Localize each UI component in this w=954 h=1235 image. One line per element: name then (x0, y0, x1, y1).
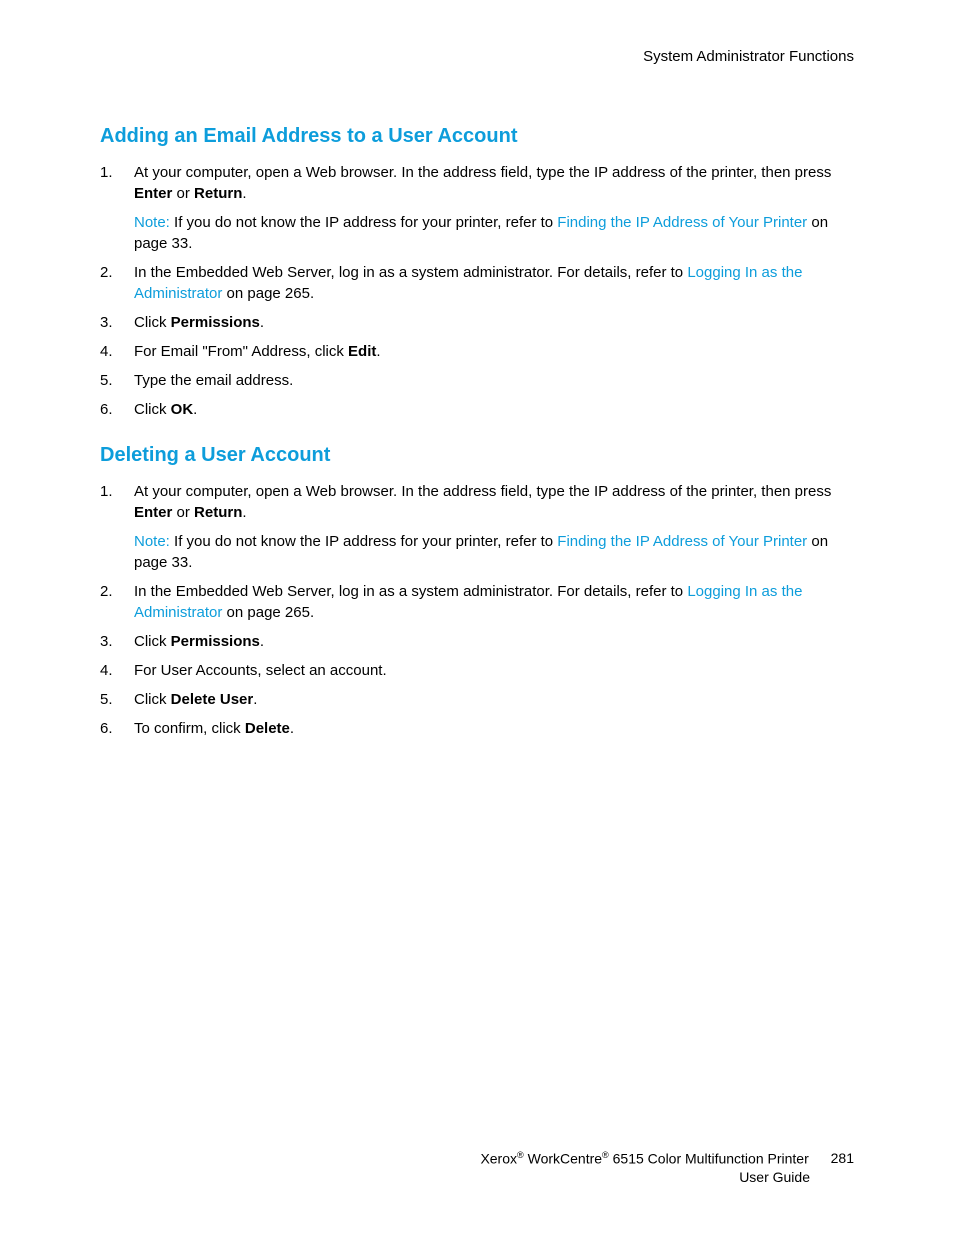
step-text: on page 265. (222, 285, 314, 302)
list-item: Click Permissions. (100, 631, 854, 652)
page-number: 281 (831, 1149, 854, 1168)
registered-icon: ® (602, 1150, 609, 1160)
note-label: Note: (134, 533, 170, 550)
step-text: . (376, 343, 380, 360)
bold-text: Permissions (171, 314, 260, 331)
link-finding-ip[interactable]: Finding the IP Address of Your Printer (557, 214, 807, 231)
list-item: For Email "From" Address, click Edit. (100, 341, 854, 362)
step-text: Type the email address. (134, 372, 293, 389)
step-text: In the Embedded Web Server, log in as a … (134, 264, 687, 281)
chapter-header: System Administrator Functions (100, 48, 854, 65)
step-text: . (290, 720, 294, 737)
step-text: . (242, 185, 246, 202)
note-text: If you do not know the IP address for yo… (170, 214, 557, 231)
step-text: At your computer, open a Web browser. In… (134, 483, 831, 500)
step-text: . (242, 504, 246, 521)
bold-text: Edit (348, 343, 376, 360)
footer-text: Xerox (480, 1150, 517, 1166)
step-text: . (260, 633, 264, 650)
list-item: For User Accounts, select an account. (100, 660, 854, 681)
step-text: Click (134, 691, 171, 708)
bold-text: Enter (134, 504, 172, 521)
note-block: Note: If you do not know the IP address … (134, 531, 854, 573)
steps-list-add-email: At your computer, open a Web browser. In… (100, 162, 854, 420)
list-item: Click OK. (100, 399, 854, 420)
page-footer: Xerox® WorkCentre® 6515 Color Multifunct… (480, 1149, 854, 1187)
note-label: Note: (134, 214, 170, 231)
footer-product-line: Xerox® WorkCentre® 6515 Color Multifunct… (480, 1149, 808, 1169)
list-item: Type the email address. (100, 370, 854, 391)
bold-text: OK (171, 401, 194, 418)
step-text: . (260, 314, 264, 331)
list-item: Click Permissions. (100, 312, 854, 333)
step-text: At your computer, open a Web browser. In… (134, 164, 831, 181)
step-text: Click (134, 633, 171, 650)
list-item: In the Embedded Web Server, log in as a … (100, 581, 854, 623)
bold-text: Delete User (171, 691, 254, 708)
bold-text: Permissions (171, 633, 260, 650)
list-item: To confirm, click Delete. (100, 718, 854, 739)
step-text: . (253, 691, 257, 708)
step-text: on page 265. (222, 604, 314, 621)
footer-subtitle: User Guide (480, 1168, 854, 1187)
registered-icon: ® (517, 1150, 524, 1160)
step-text: For Email "From" Address, click (134, 343, 348, 360)
step-text: To confirm, click (134, 720, 245, 737)
step-text: Click (134, 401, 171, 418)
step-text: For User Accounts, select an account. (134, 662, 387, 679)
section-heading-add-email: Adding an Email Address to a User Accoun… (100, 125, 854, 148)
note-text: If you do not know the IP address for yo… (170, 533, 557, 550)
steps-list-delete-user: At your computer, open a Web browser. In… (100, 481, 854, 739)
list-item: At your computer, open a Web browser. In… (100, 162, 854, 254)
link-finding-ip[interactable]: Finding the IP Address of Your Printer (557, 533, 807, 550)
step-text: or (172, 185, 194, 202)
step-text: Click (134, 314, 171, 331)
footer-text: WorkCentre (524, 1150, 602, 1166)
bold-text: Enter (134, 185, 172, 202)
bold-text: Return (194, 185, 242, 202)
step-text: In the Embedded Web Server, log in as a … (134, 583, 687, 600)
step-text: or (172, 504, 194, 521)
bold-text: Delete (245, 720, 290, 737)
list-item: At your computer, open a Web browser. In… (100, 481, 854, 573)
step-text: . (193, 401, 197, 418)
note-block: Note: If you do not know the IP address … (134, 212, 854, 254)
footer-text: 6515 Color Multifunction Printer (609, 1150, 809, 1166)
list-item: Click Delete User. (100, 689, 854, 710)
bold-text: Return (194, 504, 242, 521)
section-heading-delete-user: Deleting a User Account (100, 444, 854, 467)
list-item: In the Embedded Web Server, log in as a … (100, 262, 854, 304)
